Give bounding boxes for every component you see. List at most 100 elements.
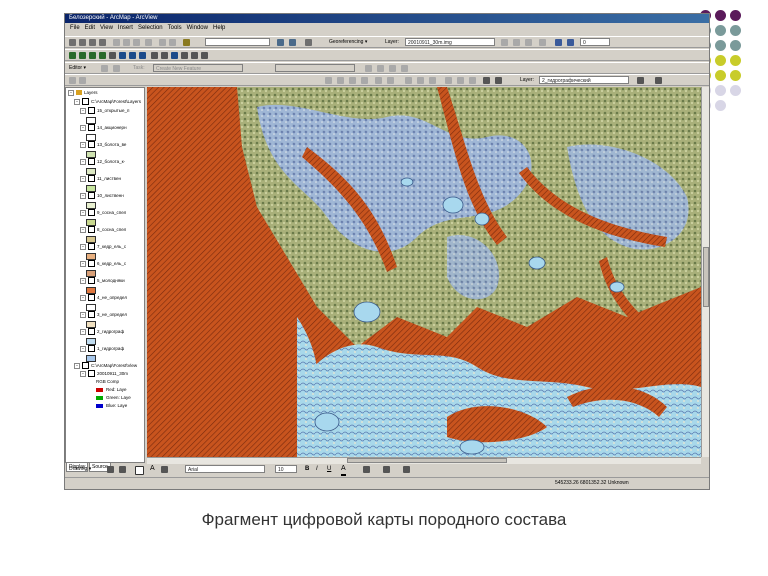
collapse-icon[interactable]: − [80, 328, 86, 335]
zoom-in-icon[interactable] [69, 52, 76, 59]
effects-icon[interactable] [555, 39, 562, 46]
zoom-out-icon[interactable] [79, 52, 86, 59]
full-extent-icon[interactable] [119, 52, 126, 59]
collapse-icon[interactable]: − [80, 260, 86, 267]
menu-view[interactable]: View [100, 25, 113, 31]
forward-extent-icon[interactable] [139, 52, 146, 59]
layer-checkbox[interactable] [88, 243, 95, 251]
toc-layer-row[interactable]: − 8_сосна_спел [80, 225, 126, 235]
rotate-feature-icon[interactable] [377, 65, 384, 72]
map-canvas[interactable] [147, 87, 701, 457]
edit-vertices-icon[interactable] [161, 466, 168, 473]
italic-button[interactable]: I [316, 464, 318, 474]
menu-file[interactable]: File [70, 25, 80, 31]
layer-checkbox[interactable] [88, 345, 95, 353]
font-combo[interactable]: Arial [185, 465, 265, 473]
shift-icon[interactable] [513, 39, 520, 46]
collapse-icon[interactable]: − [74, 98, 80, 105]
pan-icon[interactable] [109, 52, 116, 59]
editor-layer-combo[interactable]: 2_гидрографический [539, 76, 629, 84]
paste-icon[interactable] [133, 39, 140, 46]
layer-checkbox[interactable] [88, 311, 95, 319]
identify-icon[interactable] [171, 52, 178, 59]
open-icon[interactable] [79, 39, 86, 46]
toc-layer-row[interactable]: − 2_гидрограф [80, 327, 124, 337]
map-scale-combo[interactable] [205, 38, 270, 46]
toc-layer-row[interactable]: − 9_сосна_спел [80, 208, 126, 218]
menu-tools[interactable]: Tools [168, 25, 182, 31]
layer-properties-icon[interactable] [483, 77, 490, 84]
toc-layer-row[interactable]: − 14_акционерн [80, 123, 127, 133]
contrast-icon[interactable] [457, 77, 464, 84]
collapse-icon[interactable]: − [80, 175, 86, 182]
layer-checkbox[interactable] [88, 226, 95, 234]
collapse-icon[interactable]: − [80, 370, 86, 377]
collapse-icon[interactable]: − [80, 226, 86, 233]
collapse-icon[interactable]: − [74, 362, 80, 369]
fixed-zoom-out-icon[interactable] [99, 52, 106, 59]
collapse-icon[interactable]: − [80, 277, 86, 284]
collapse-icon[interactable]: − [80, 294, 86, 301]
task-combo[interactable]: Create New Feature [153, 64, 243, 72]
toc-layer-row[interactable]: − 5_молодняки [80, 276, 125, 286]
menu-insert[interactable]: Insert [118, 25, 133, 31]
toc-layer-row[interactable]: − 10_лиственн [80, 191, 124, 201]
new-displacement-link-icon[interactable] [325, 77, 332, 84]
toc-layer-row[interactable]: − 3_не_определ [80, 310, 127, 320]
collapse-icon[interactable]: − [80, 345, 86, 352]
rotate-element-icon[interactable] [119, 466, 126, 473]
layer-checkbox[interactable] [88, 124, 95, 132]
fixed-zoom-in-icon[interactable] [89, 52, 96, 59]
collapse-icon[interactable]: − [80, 124, 86, 131]
collapse-icon[interactable]: − [80, 192, 86, 199]
adjust-transparency-icon[interactable] [567, 39, 574, 46]
collapse-icon[interactable]: − [80, 158, 86, 165]
line-color-icon[interactable] [383, 466, 390, 473]
collapse-icon[interactable]: − [80, 107, 86, 114]
brightness-icon[interactable] [445, 77, 452, 84]
modify-link-icon[interactable] [337, 77, 344, 84]
collapse-icon[interactable]: − [80, 141, 86, 148]
whats-this-icon[interactable] [305, 39, 312, 46]
contrast-combo[interactable]: 0 [580, 38, 610, 46]
split-icon[interactable] [365, 65, 372, 72]
save-icon[interactable] [89, 39, 96, 46]
collapse-icon[interactable]: − [80, 311, 86, 318]
select-elements-icon[interactable] [107, 466, 114, 473]
bold-button[interactable]: B [305, 464, 309, 474]
attributes-icon[interactable] [389, 65, 396, 72]
toc-layer-row[interactable]: − 1_гидрограф [80, 344, 124, 354]
link-table-icon[interactable] [387, 77, 394, 84]
clear-selection-icon[interactable] [405, 77, 412, 84]
georef-layer-combo[interactable]: 20010911_30m.img [405, 38, 495, 46]
symbology-icon[interactable] [495, 77, 502, 84]
toc-layer-row[interactable]: − 15_открытые_п [80, 106, 129, 116]
add-control-points-icon[interactable] [525, 39, 532, 46]
transparency-icon[interactable] [469, 77, 476, 84]
delete-icon[interactable] [145, 39, 152, 46]
collapse-icon[interactable]: − [80, 243, 86, 250]
collapse-icon[interactable]: − [68, 89, 74, 96]
adjust-icon[interactable] [69, 77, 76, 84]
layer-checkbox[interactable] [88, 107, 95, 115]
histogram-icon[interactable] [429, 77, 436, 84]
layer-checkbox[interactable] [88, 175, 95, 183]
group-checkbox[interactable] [82, 98, 89, 106]
target-combo[interactable] [275, 64, 355, 72]
layer-checkbox[interactable] [88, 209, 95, 217]
arctoolbox-icon[interactable] [289, 39, 296, 46]
drawing-menu[interactable]: Drawing ▾ [69, 464, 91, 474]
view-link-table-icon[interactable] [539, 39, 546, 46]
redo-icon[interactable] [169, 39, 176, 46]
toc-layer-row[interactable]: − 4_не_определ [80, 293, 127, 303]
layer-checkbox[interactable] [88, 141, 95, 149]
edit-tool-icon[interactable] [101, 65, 108, 72]
cut-icon[interactable] [113, 39, 120, 46]
editor-toolbar-icon[interactable] [277, 39, 284, 46]
editor-menu[interactable]: Editor ▾ [69, 64, 86, 73]
sketch-properties-icon[interactable] [401, 65, 408, 72]
add-data-icon[interactable] [183, 39, 190, 46]
font-size-combo[interactable]: 10 [275, 465, 297, 473]
menu-help[interactable]: Help [213, 25, 225, 31]
toc-layer-row[interactable]: − 13_болота_ве [80, 140, 126, 150]
